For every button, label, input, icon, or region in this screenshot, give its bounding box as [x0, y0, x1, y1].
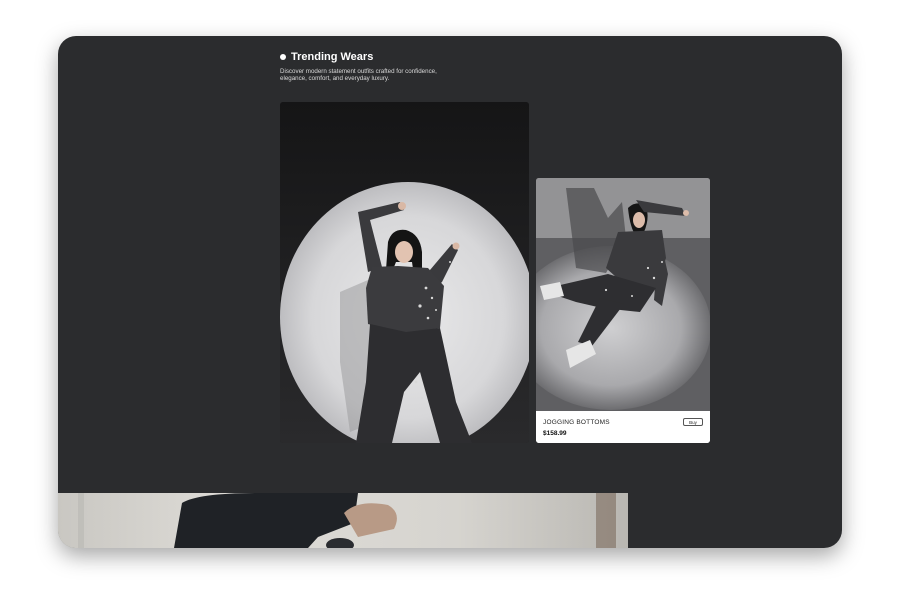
product-card[interactable]: JOGGING BOTTOMS $158.99 Buy: [536, 178, 710, 443]
product-photo[interactable]: [536, 178, 710, 411]
section-heading: Trending Wears: [280, 51, 373, 63]
buy-button[interactable]: Buy: [683, 418, 703, 426]
product-price: $158.99: [543, 430, 567, 437]
featured-model-photo[interactable]: [280, 102, 529, 443]
product-info: JOGGING BOTTOMS $158.99 Buy: [536, 411, 710, 443]
banner-illustration: [58, 493, 628, 548]
product-name[interactable]: JOGGING BOTTOMS: [543, 419, 610, 426]
bullet-dot-icon: [280, 54, 286, 60]
app-window: Trending Wears Discover modern statement…: [58, 36, 842, 548]
section-description: Discover modern statement outfits crafte…: [280, 68, 437, 83]
featured-photo-illustration: [280, 102, 529, 443]
section-title: Trending Wears: [291, 51, 374, 63]
product-photo-illustration: [536, 178, 710, 411]
bottom-banner-photo[interactable]: [58, 493, 628, 548]
